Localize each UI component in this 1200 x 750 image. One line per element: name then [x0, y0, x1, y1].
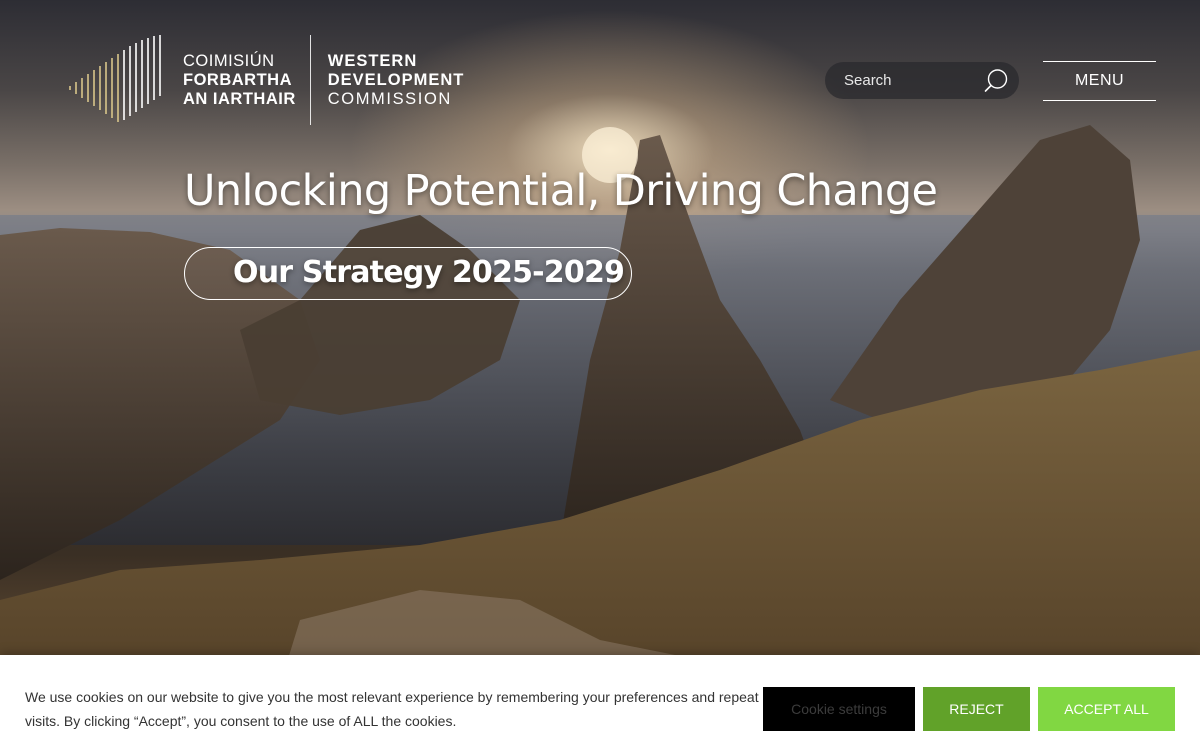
menu-button[interactable]: MENU [1043, 61, 1156, 101]
cookie-settings-button[interactable]: Cookie settings [763, 687, 915, 731]
accept-all-cookies-button[interactable]: ACCEPT ALL [1038, 687, 1175, 731]
reject-cookies-button[interactable]: REJECT [923, 687, 1030, 731]
logo-english-line-2: DEVELOPMENT [327, 70, 465, 89]
cookie-consent-text: We use cookies on our website to give yo… [25, 689, 759, 729]
logo-irish-line-3: AN IARTHAIR [183, 89, 296, 108]
logo-english-line-1: WESTERN [327, 51, 418, 70]
logo-irish-name: COIMISIÚN FORBARTHA AN IARTHAIR [183, 52, 296, 109]
logo-divider [309, 35, 311, 125]
search-bar[interactable] [825, 62, 1019, 99]
page: COIMISIÚN FORBARTHA AN IARTHAIR WESTERN … [0, 0, 1200, 750]
strategy-button[interactable]: Our Strategy 2025-2029 [184, 247, 632, 300]
hero-title: Unlocking Potential, Driving Change [184, 166, 938, 216]
site-logo[interactable]: COIMISIÚN FORBARTHA AN IARTHAIR WESTERN … [66, 34, 464, 126]
logo-irish-line-1: COIMISIÚN [183, 51, 275, 70]
search-input[interactable] [842, 71, 983, 90]
cookie-banner: We use cookies on our website to give yo… [0, 655, 1200, 750]
logo-irish-line-2: FORBARTHA [183, 70, 292, 89]
logo-english-name: WESTERN DEVELOPMENT COMMISSION [328, 52, 465, 109]
logo-mark-icon [69, 35, 161, 122]
search-icon[interactable] [983, 68, 1009, 94]
logo-english-line-3: COMMISSION [327, 89, 452, 108]
